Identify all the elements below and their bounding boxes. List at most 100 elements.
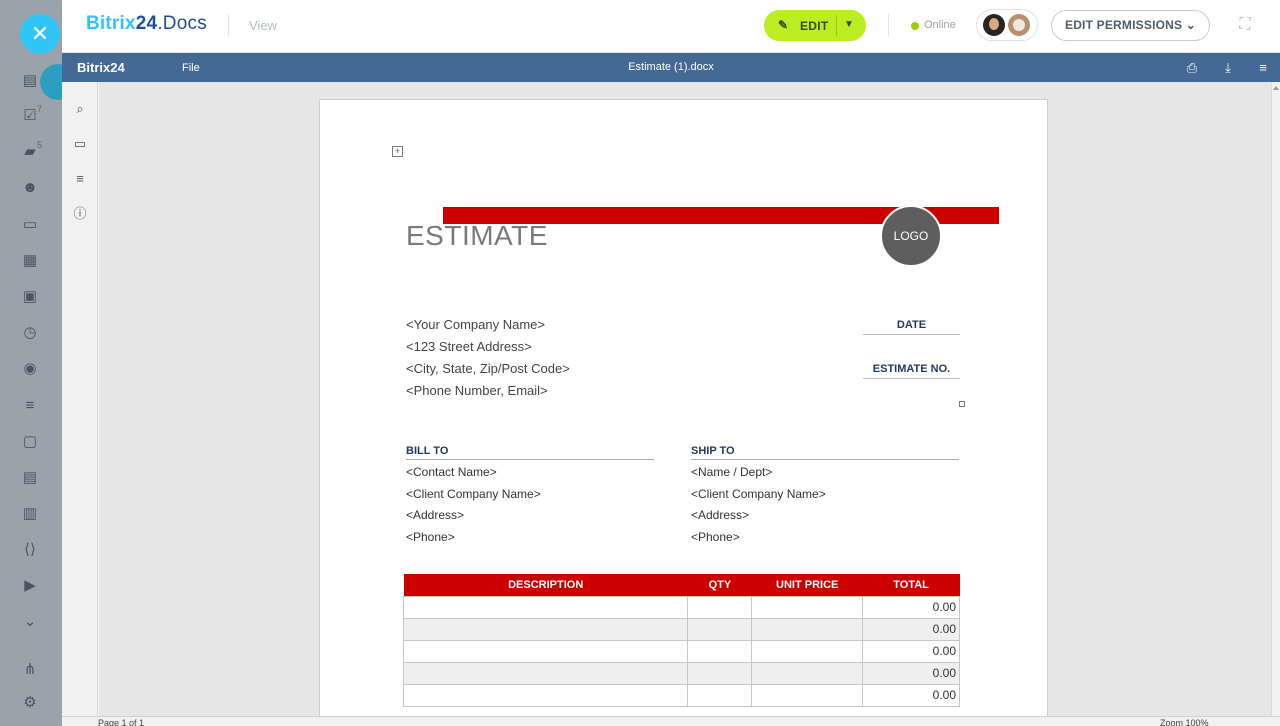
more-icon[interactable]: ⌄ (21, 613, 39, 631)
table-row[interactable]: 0.00 (402, 617, 960, 641)
online-status-label: Online (924, 19, 956, 31)
cell[interactable] (687, 617, 753, 641)
cell[interactable] (751, 639, 864, 663)
avatar[interactable] (983, 14, 1005, 36)
documents-icon[interactable]: ▦ (21, 252, 39, 270)
cell[interactable] (402, 683, 689, 707)
download-icon[interactable]: ⤓ (1220, 60, 1236, 76)
cell[interactable] (751, 617, 864, 641)
cell[interactable] (751, 595, 864, 619)
col-total: TOTAL (862, 574, 960, 596)
cell[interactable] (402, 639, 689, 663)
editor-header: Estimate (1).docx Bitrix24 File ⎙ ⤓ ≡ (62, 53, 1280, 82)
cell[interactable] (751, 683, 864, 707)
close-slider-button[interactable]: ✕ (20, 14, 60, 54)
feed-icon[interactable]: ▤ (21, 72, 39, 90)
comments-icon[interactable]: ▭ (71, 135, 89, 153)
divider (228, 14, 229, 36)
edit-permissions-button[interactable]: EDIT PERMISSIONS ⌄ (1051, 10, 1210, 41)
editor-tools-rail: ⌕ ▭ ≡ ⓘ (62, 82, 98, 726)
cell[interactable] (402, 617, 689, 641)
ship-to-heading: SHIP TO (691, 445, 959, 460)
view-mode-label: View (249, 18, 277, 33)
cell[interactable] (687, 595, 753, 619)
table-row[interactable]: 0.00 (402, 661, 960, 685)
logo-placeholder: LOGO (880, 205, 942, 267)
zoom-level[interactable]: Zoom 100% (1160, 718, 1209, 726)
col-description: DESCRIPTION (403, 574, 688, 596)
fullscreen-expand-icon[interactable]: ⛶ (1236, 16, 1254, 34)
settings-gear-icon[interactable]: ⚙ (21, 694, 39, 712)
estimate-no-label: ESTIMATE NO. (863, 363, 960, 379)
cell[interactable]: 0.00 (862, 639, 960, 663)
navigation-icon[interactable]: ≡ (71, 170, 89, 188)
cell[interactable]: 0.00 (862, 617, 960, 641)
chat-icon[interactable]: ▰ 5 (21, 140, 42, 161)
dropdown-caret-icon[interactable]: ▼ (844, 19, 854, 30)
resize-handle[interactable] (959, 401, 965, 407)
online-status-dot (911, 22, 919, 30)
drive-icon[interactable]: ▭ (21, 216, 39, 234)
date-label: DATE (863, 319, 960, 335)
calendar-icon[interactable]: ▣ (21, 288, 39, 306)
file-menu[interactable]: File (182, 62, 200, 74)
cell[interactable] (402, 661, 689, 685)
document-page[interactable]: + ESTIMATE LOGO <Your Company Name> <123… (319, 99, 1048, 716)
knowledge-base-icon[interactable]: ▥ (21, 505, 39, 523)
sites-icon[interactable]: ▢ (21, 433, 39, 451)
editor-brand: Bitrix24 (77, 60, 125, 75)
robot-icon[interactable]: ◉ (21, 360, 39, 378)
bill-to-line: <Address> (406, 508, 465, 522)
document-canvas[interactable]: + ESTIMATE LOGO <Your Company Name> <123… (99, 82, 1271, 716)
cell[interactable] (687, 661, 753, 685)
cell[interactable]: 0.00 (862, 661, 960, 685)
ship-to-line: <Phone> (691, 530, 740, 544)
info-icon[interactable]: ⓘ (71, 205, 89, 223)
table-row[interactable]: 0.00 (402, 683, 960, 707)
vertical-scrollbar[interactable] (1271, 82, 1280, 716)
cell[interactable]: 0.00 (862, 683, 960, 707)
tasks-icon[interactable]: ☑ 7 (21, 104, 42, 125)
video-icon[interactable]: ▶ (21, 577, 39, 595)
code-icon[interactable]: ⟨⟩ (21, 541, 39, 559)
company-line: <123 Street Address> (406, 339, 532, 354)
search-icon[interactable]: ⌕ (71, 100, 89, 118)
table-row[interactable]: 0.00 (402, 639, 960, 663)
bill-to-heading: BILL TO (406, 445, 654, 460)
bitrix-docs-logo: Bitrix24.Docs (86, 13, 207, 34)
collaborators-avatars[interactable] (976, 9, 1038, 41)
structure-icon[interactable]: ⋔ (21, 661, 39, 679)
bill-to-line: <Client Company Name> (406, 487, 541, 501)
table-row[interactable]: 0.00 (402, 595, 960, 619)
clock-icon[interactable]: ◷ (21, 324, 39, 342)
employees-icon[interactable]: ☻ (21, 179, 39, 197)
ship-to-line: <Address> (691, 508, 750, 522)
chat-badge: 5 (37, 140, 43, 150)
print-icon[interactable]: ⎙ (1184, 60, 1200, 76)
col-qty: QTY (687, 574, 752, 596)
ship-to-line: <Name / Dept> (691, 465, 773, 479)
status-bar: Page 1 of 1 Zoom 100% (62, 716, 1280, 726)
bill-to-line: <Contact Name> (406, 465, 497, 479)
company-line: <Phone Number, Email> (406, 383, 548, 398)
menu-icon[interactable]: ≡ (1255, 60, 1271, 76)
scroll-up-icon[interactable] (1273, 86, 1279, 90)
page-count: Page 1 of 1 (98, 718, 145, 726)
cell[interactable]: 0.00 (862, 595, 960, 619)
items-table[interactable]: DESCRIPTION QTY UNIT PRICE TOTAL 0.00 0.… (402, 574, 960, 707)
app-sidebar: ✕ ▤ ☑ 7 ▰ 5 ☻ ▭ ▦ ▣ ◷ ◉ ≡ ▢ ▤ ▥ ⟨⟩ ▶ ⌄ ⋔ ⚙ (0, 0, 76, 726)
divider (888, 14, 889, 36)
cell[interactable] (402, 595, 689, 619)
cell[interactable] (751, 661, 864, 685)
contact-card-icon[interactable]: ▤ (21, 469, 39, 487)
cell[interactable] (687, 683, 753, 707)
tasks-badge: 7 (37, 104, 43, 114)
avatar[interactable] (1008, 14, 1030, 36)
divider (836, 15, 837, 36)
edit-button[interactable]: ✎ EDIT ▼ (764, 10, 866, 41)
filter-icon[interactable]: ≡ (21, 397, 39, 415)
company-line: <Your Company Name> (406, 317, 545, 332)
pencil-icon: ✎ (778, 18, 789, 32)
cell[interactable] (687, 639, 753, 663)
table-anchor-icon[interactable]: + (392, 146, 403, 157)
